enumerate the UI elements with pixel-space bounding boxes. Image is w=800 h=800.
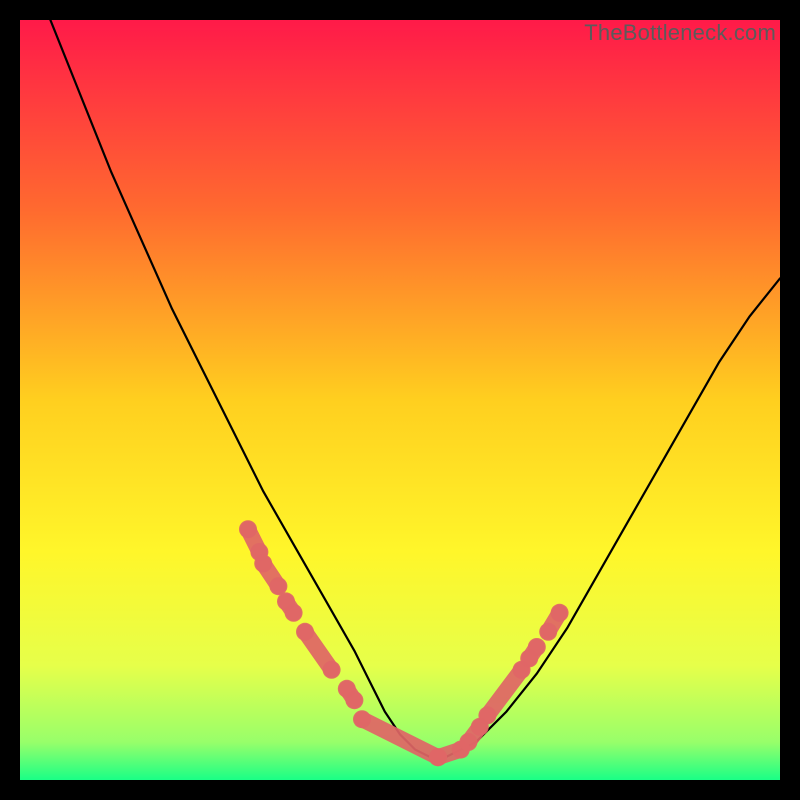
highlight-dot: [551, 604, 569, 622]
highlight-dot: [478, 706, 496, 724]
highlight-dot: [528, 638, 546, 656]
chart-frame: TheBottleneck.com: [20, 20, 780, 780]
highlight-dot: [353, 710, 371, 728]
highlight-dot: [296, 623, 314, 641]
gradient-background: [20, 20, 780, 780]
highlight-dot: [539, 623, 557, 641]
highlight-dot: [429, 748, 447, 766]
bottleneck-chart: [20, 20, 780, 780]
highlight-dot: [345, 691, 363, 709]
highlight-dot: [239, 520, 257, 538]
highlight-dot: [254, 554, 272, 572]
highlight-dot: [459, 733, 477, 751]
highlight-dot: [323, 661, 341, 679]
highlight-dot: [285, 604, 303, 622]
